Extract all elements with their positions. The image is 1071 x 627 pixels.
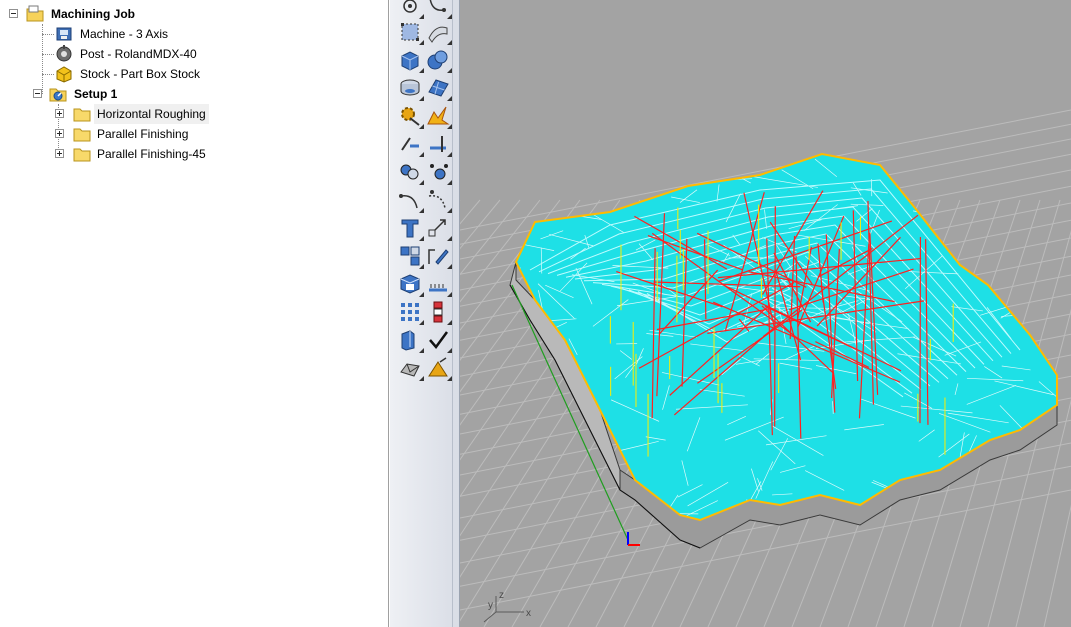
scale-icon[interactable]	[426, 216, 452, 241]
tree-node-label: Stock - Part Box Stock	[80, 67, 201, 81]
tree-node-label: Machining Job	[51, 7, 135, 21]
tree-node-operation[interactable]: Horizontal Roughing	[0, 104, 380, 124]
collapse-icon[interactable]	[33, 89, 42, 98]
box-solid-icon[interactable]	[398, 48, 424, 73]
grid-array-icon[interactable]	[398, 300, 424, 325]
tree-node-operation[interactable]: Parallel Finishing-45	[0, 144, 380, 164]
folder-job-icon	[26, 5, 44, 22]
collapse-icon[interactable]	[9, 9, 18, 18]
expand-icon[interactable]	[55, 149, 64, 158]
expand-icon[interactable]	[55, 109, 64, 118]
machining-tree-panel: Machining Job Machine - 3 Axis Post - Ro…	[0, 0, 389, 627]
curve-end-icon[interactable]	[426, 0, 452, 19]
expand-icon[interactable]	[55, 129, 64, 138]
array-icon[interactable]	[398, 244, 424, 269]
folder-icon	[73, 108, 91, 122]
3d-viewport[interactable]: z y x	[460, 0, 1071, 627]
surface-patch-icon[interactable]	[426, 20, 452, 45]
setup-icon	[49, 88, 67, 102]
mesh-surface-icon[interactable]	[426, 76, 452, 101]
tree-node-stock[interactable]: Stock - Part Box Stock	[0, 64, 380, 84]
tree-node-label: Setup 1	[74, 87, 118, 101]
split-icon[interactable]	[426, 132, 452, 157]
explode-icon[interactable]	[426, 104, 452, 129]
text-object-icon[interactable]	[398, 216, 424, 241]
stock-box-icon	[56, 66, 72, 83]
points-scatter-icon[interactable]	[426, 160, 452, 185]
tree-node-machining-job[interactable]: Machining Job	[0, 4, 380, 24]
boolean-spheres-icon[interactable]	[426, 48, 452, 73]
trim-icon[interactable]	[398, 132, 424, 157]
edit-pencil-icon[interactable]	[426, 244, 452, 269]
post-processor-icon	[56, 45, 72, 62]
check-icon[interactable]	[426, 328, 452, 353]
axis-label-z: z	[499, 590, 504, 601]
folder-icon	[73, 148, 91, 162]
block-icon[interactable]	[398, 272, 424, 297]
dimension-icon[interactable]	[426, 272, 452, 297]
offset-curve-icon[interactable]	[426, 188, 452, 213]
perspective-view[interactable]: z y x	[460, 0, 1071, 627]
command-toolbar	[390, 0, 460, 627]
tree-node-operation[interactable]: Parallel Finishing	[0, 124, 380, 144]
tree-node-label: Machine - 3 Axis	[80, 27, 169, 41]
rectangle-select-icon[interactable]	[398, 20, 424, 45]
axis-label-x: x	[526, 608, 531, 619]
toolbar-divider	[452, 0, 453, 627]
tree-node-label: Parallel Finishing	[97, 127, 189, 141]
stack-icon[interactable]	[426, 300, 452, 325]
tree-node-label: Horizontal Roughing	[94, 104, 209, 124]
render-icon[interactable]	[398, 328, 424, 353]
shade-icon[interactable]	[398, 356, 424, 381]
join-circles-icon[interactable]	[398, 160, 424, 185]
material-icon[interactable]	[426, 356, 452, 381]
folder-icon	[73, 128, 91, 142]
gear-transform-icon[interactable]	[398, 104, 424, 129]
tree-node-label: Parallel Finishing-45	[97, 147, 206, 161]
tree-node-machine[interactable]: Machine - 3 Axis	[0, 24, 380, 44]
machine-icon	[56, 27, 72, 41]
axis-label-y: y	[488, 600, 493, 611]
fillet-curve-icon[interactable]	[398, 188, 424, 213]
point-icon[interactable]	[398, 0, 424, 19]
tree-node-setup[interactable]: Setup 1	[0, 84, 380, 104]
tree-node-label: Post - RolandMDX-40	[80, 47, 197, 61]
tree-node-post[interactable]: Post - RolandMDX-40	[0, 44, 380, 64]
cylinder-disc-icon[interactable]	[398, 76, 424, 101]
